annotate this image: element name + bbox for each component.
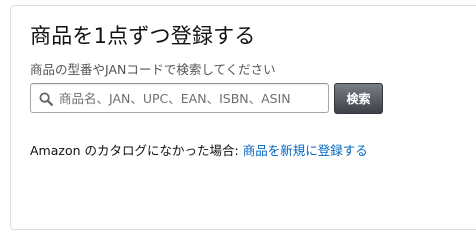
search-input[interactable] [59, 84, 323, 112]
search-box[interactable] [30, 83, 329, 113]
search-icon [39, 91, 53, 106]
catalog-missing-line: Amazon のカタログになかった場合: 商品を新規に登録する [30, 140, 368, 159]
page-title: 商品を1点ずつ登録する [30, 24, 256, 48]
search-hint: 商品の型番やJANコードで検索してください [30, 62, 276, 77]
add-product-card: 商品を1点ずつ登録する 商品の型番やJANコードで検索してください 検索 Ama… [10, 5, 476, 230]
register-new-product-link[interactable]: 商品を新規に登録する [243, 143, 368, 158]
search-button[interactable]: 検索 [334, 83, 383, 114]
catalog-missing-text: Amazon のカタログになかった場合: [30, 143, 243, 158]
